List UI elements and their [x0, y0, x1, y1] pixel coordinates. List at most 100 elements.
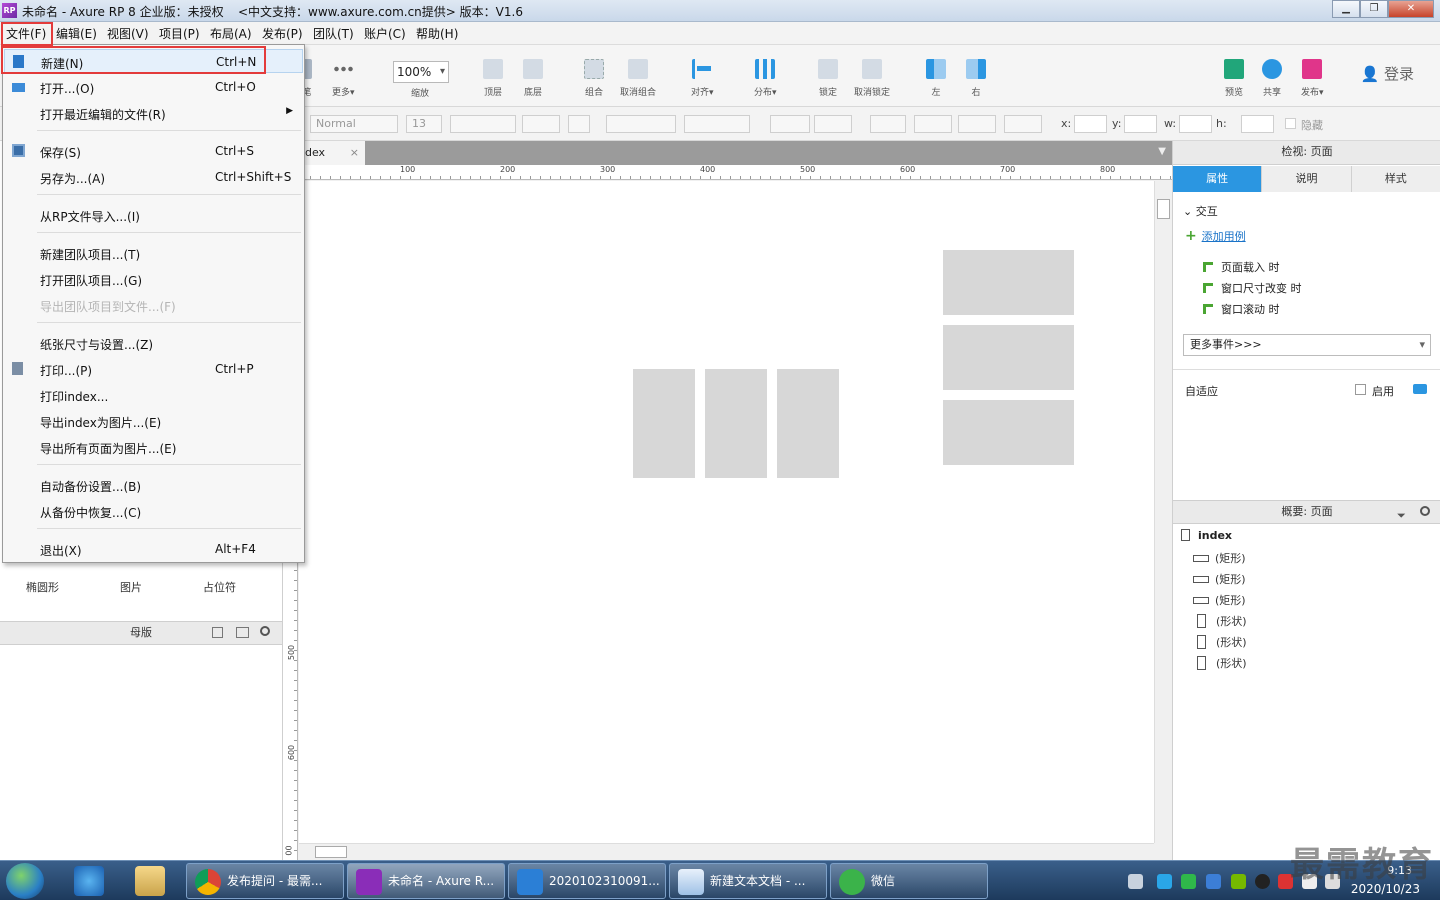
style-select[interactable]: Normal	[310, 115, 398, 133]
nvidia-icon[interactable]	[1231, 874, 1246, 889]
login-button[interactable]: 👤 登录	[1361, 63, 1414, 84]
bring-to-front-button[interactable]: 顶层	[483, 59, 503, 98]
add-case-link[interactable]: + 添加用例	[1185, 228, 1246, 244]
start-button[interactable]	[6, 863, 44, 899]
shield-icon[interactable]	[1206, 874, 1221, 889]
player-icon[interactable]	[1157, 874, 1172, 889]
menu-open-team-project[interactable]: 打开团队项目...(G)	[4, 267, 303, 291]
event-page-load[interactable]: 页面载入 时	[1203, 259, 1280, 275]
taskbar-item-video[interactable]: 2020102310091...	[508, 863, 666, 899]
menu-export-index-image[interactable]: 导出index为图片...(E)	[4, 409, 303, 433]
line-width-select[interactable]	[914, 115, 952, 133]
menu-open-recent[interactable]: 打开最近编辑的文件(R) ▶	[4, 101, 303, 125]
search-icon[interactable]	[1420, 506, 1430, 516]
group-button[interactable]: 组合	[584, 59, 604, 98]
font-size-select[interactable]: 13	[406, 115, 442, 133]
scroll-thumb[interactable]	[315, 846, 347, 858]
y-input[interactable]	[1124, 115, 1157, 133]
filter-icon[interactable]: ⏷	[1397, 505, 1406, 527]
rectangle-widget[interactable]	[943, 400, 1074, 465]
scroll-thumb[interactable]	[1157, 199, 1170, 219]
publish-button[interactable]: 发布▾	[1301, 59, 1324, 98]
menu-edit[interactable]: 编辑(E)	[56, 25, 97, 42]
shape-widget[interactable]	[705, 369, 767, 478]
keyboard-icon[interactable]	[1128, 874, 1143, 889]
menu-help[interactable]: 帮助(H)	[416, 25, 458, 42]
menu-team[interactable]: 团队(T)	[313, 25, 354, 42]
zoom-select[interactable]: 100%	[393, 61, 449, 83]
more-tools-button[interactable]: 更多▾	[332, 59, 355, 98]
fill-color-select[interactable]	[770, 115, 810, 133]
hide-checkbox[interactable]	[1285, 118, 1296, 129]
wechat-tray-icon[interactable]	[1181, 874, 1196, 889]
tab-list-chevron-icon[interactable]: ▼	[1158, 146, 1166, 157]
arrow-style-select[interactable]	[1004, 115, 1042, 133]
menu-print[interactable]: 打印...(P) Ctrl+P	[4, 357, 303, 381]
tab-index[interactable]: dex ×	[301, 141, 365, 165]
w-input[interactable]	[1179, 115, 1212, 133]
design-canvas[interactable]	[299, 181, 1154, 843]
close-button[interactable]: ✕	[1388, 0, 1434, 18]
menu-publish[interactable]: 发布(P)	[262, 25, 303, 42]
close-tab-icon[interactable]: ×	[350, 141, 359, 165]
menu-save[interactable]: 保存(S) Ctrl+S	[4, 139, 303, 163]
outline-item[interactable]: (矩形)	[1193, 550, 1246, 566]
widget-ellipse[interactable]: 椭圆形	[26, 579, 59, 595]
h-input[interactable]	[1241, 115, 1274, 133]
right-panel-toggle[interactable]: 右	[966, 59, 986, 98]
canvas-vertical-scrollbar[interactable]	[1154, 181, 1172, 843]
unlock-button[interactable]: 取消锁定	[854, 59, 890, 98]
menu-autobackup-settings[interactable]: 自动备份设置...(B)	[4, 473, 303, 497]
search-icon[interactable]	[260, 626, 270, 636]
menu-import-rp[interactable]: 从RP文件导入...(I)	[4, 203, 303, 227]
rectangle-widget[interactable]	[943, 325, 1074, 390]
internet-explorer-icon[interactable]	[74, 866, 104, 896]
taskbar-item-wechat[interactable]: 微信	[830, 863, 988, 899]
shape-widget[interactable]	[777, 369, 839, 478]
qq-icon[interactable]	[1255, 874, 1270, 889]
tab-style[interactable]: 样式	[1351, 166, 1440, 192]
x-input[interactable]	[1074, 115, 1107, 133]
text-align-group[interactable]	[606, 115, 676, 133]
font-color-select[interactable]	[522, 115, 560, 133]
menu-open[interactable]: 打开...(O) Ctrl+O	[4, 75, 303, 99]
outline-item[interactable]: (形状)	[1193, 655, 1247, 671]
menu-project[interactable]: 项目(P)	[159, 25, 200, 42]
widget-image[interactable]: 图片	[120, 579, 142, 595]
shadow-select[interactable]	[814, 115, 852, 133]
vertical-align-group[interactable]	[684, 115, 750, 133]
add-folder-icon[interactable]	[236, 627, 249, 638]
tab-notes[interactable]: 说明	[1262, 166, 1352, 192]
menu-print-index[interactable]: 打印index...	[4, 383, 303, 407]
outline-item[interactable]: (矩形)	[1193, 592, 1246, 608]
bold-italic-underline-group[interactable]	[450, 115, 516, 133]
add-master-icon[interactable]	[212, 627, 223, 638]
send-to-back-button[interactable]: 底层	[523, 59, 543, 98]
menu-save-as[interactable]: 另存为...(A) Ctrl+Shift+S	[4, 165, 303, 189]
tab-properties[interactable]: 属性	[1173, 166, 1263, 192]
outline-item[interactable]: (形状)	[1193, 613, 1247, 629]
widget-placeholder[interactable]: 占位符	[203, 579, 236, 595]
menu-exit[interactable]: 退出(X) Alt+F4	[4, 537, 303, 561]
left-panel-toggle[interactable]: 左	[926, 59, 946, 98]
outline-page[interactable]: index	[1181, 529, 1232, 542]
enable-checkbox[interactable]	[1355, 384, 1366, 395]
list-button[interactable]	[568, 115, 590, 133]
taskbar-item-chrome[interactable]: 发布提问 - 最需...	[186, 863, 344, 899]
more-events-select[interactable]: 更多事件>>>	[1183, 334, 1431, 356]
line-style-select[interactable]	[958, 115, 996, 133]
distribute-button[interactable]: 分布▾	[754, 59, 777, 98]
menu-account[interactable]: 账户(C)	[364, 25, 406, 42]
event-window-resize[interactable]: 窗口尺寸改变 时	[1203, 280, 1302, 296]
menu-export-all-images[interactable]: 导出所有页面为图片...(E)	[4, 435, 303, 459]
menu-page-setup[interactable]: 纸张尺寸与设置...(Z)	[4, 331, 303, 355]
preview-button[interactable]: 预览	[1224, 59, 1244, 98]
event-window-scroll[interactable]: 窗口滚动 时	[1203, 301, 1280, 317]
taskbar-item-notepad[interactable]: 新建文本文档 - ...	[669, 863, 827, 899]
align-button[interactable]: 对齐▾	[691, 59, 714, 98]
rectangle-widget[interactable]	[943, 250, 1074, 315]
line-color-select[interactable]	[870, 115, 906, 133]
lock-button[interactable]: 锁定	[818, 59, 838, 98]
canvas-horizontal-scrollbar[interactable]	[299, 843, 1154, 860]
ungroup-button[interactable]: 取消组合	[620, 59, 656, 98]
